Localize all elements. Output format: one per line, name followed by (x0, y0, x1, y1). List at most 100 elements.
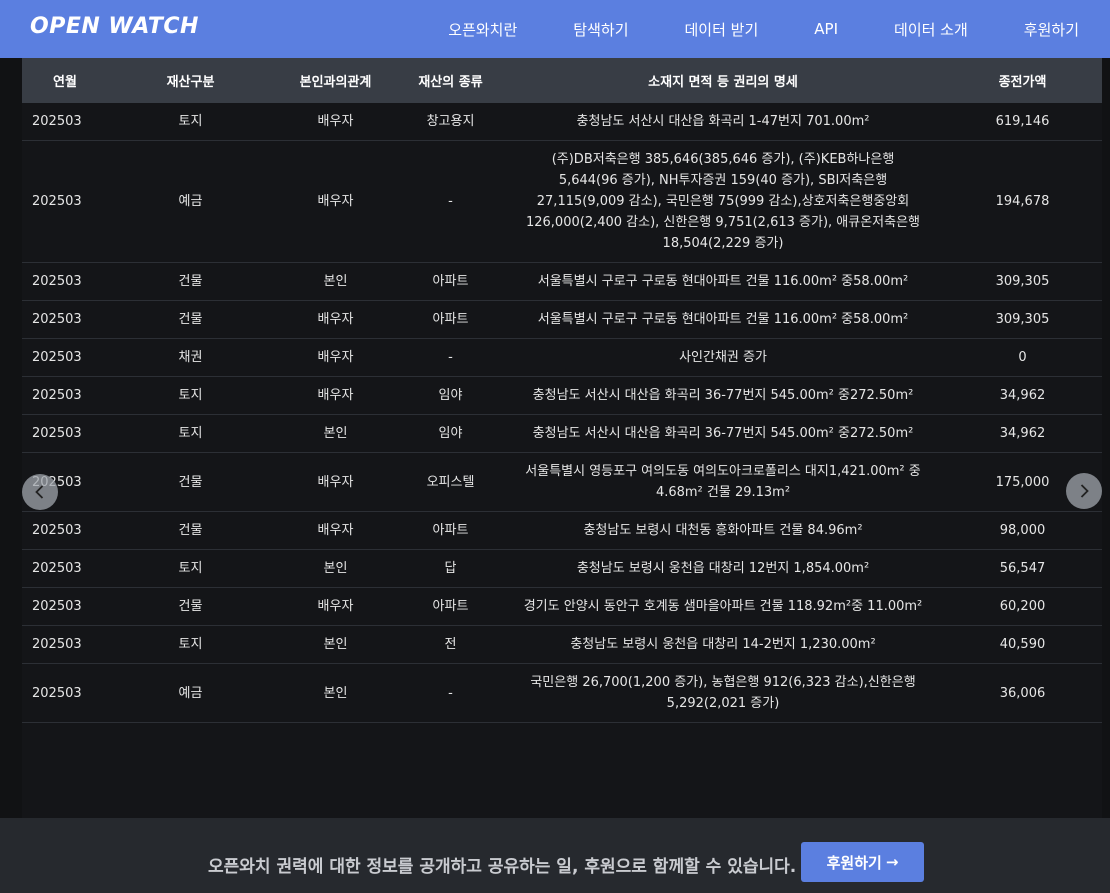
column-header: 연월 (22, 58, 108, 103)
cell-prior-value: 60,200 (943, 587, 1102, 626)
table-row: 202503 건물 배우자 아파트 경기도 안양시 동안구 호계동 샘마을아파트 건물 … (22, 587, 1102, 626)
cell-description: 충청남도 보령시 대천동 흥화아파트 건물 84.96m² (503, 511, 943, 550)
cell-month: 202503 (22, 414, 108, 453)
cell-relation: 배우자 (273, 452, 398, 512)
cell-relation: 본인 (273, 625, 398, 664)
table-row: 202503 건물 배우자 아파트 서울특별시 구로구 구로동 현대아파트 건물 116… (22, 300, 1102, 339)
top-navbar: OPEN WATCH 오픈와치란 탐색하기 데이터 받기 API 데이터 소개 … (0, 0, 1110, 58)
cell-asset-type: 토지 (108, 549, 273, 588)
table-row: 202503 토지 배우자 임야 충청남도 서산시 대산읍 화곡리 36-77번지 54… (22, 376, 1102, 415)
assets-table-container[interactable]: 연월 재산구분 본인과의관계 재산의 종류 소재지 면적 등 권리의 명세 종전… (22, 58, 1102, 818)
cell-relation: 배우자 (273, 300, 398, 339)
cell-prior-value: 309,305 (943, 300, 1102, 339)
column-header: 소재지 면적 등 권리의 명세 (503, 58, 943, 103)
table-row: 202503 채권 배우자 - 사인간채권 증가 0 (22, 338, 1102, 377)
chevron-right-icon (1080, 484, 1089, 498)
cell-asset-type: 예금 (108, 140, 273, 263)
cell-month: 202503 (22, 511, 108, 550)
cell-asset-type: 예금 (108, 663, 273, 723)
cell-asset-kind: 아파트 (398, 262, 503, 301)
cell-month: 202503 (22, 338, 108, 377)
table-row: 202503 토지 본인 답 충청남도 보령시 웅천읍 대창리 12번지 1,854.0… (22, 549, 1102, 588)
cell-description: 충청남도 보령시 웅천읍 대창리 12번지 1,854.00m² (503, 549, 943, 588)
cell-prior-value: 0 (943, 338, 1102, 377)
cell-prior-value: 56,547 (943, 549, 1102, 588)
table-row: 202503 토지 본인 임야 충청남도 서산시 대산읍 화곡리 36-77번지 545… (22, 414, 1102, 453)
cell-description: 경기도 안양시 동안구 호계동 샘마을아파트 건물 118.92m²중 11.0… (503, 587, 943, 626)
cell-asset-type: 채권 (108, 338, 273, 377)
assets-table: 연월 재산구분 본인과의관계 재산의 종류 소재지 면적 등 권리의 명세 종전… (22, 58, 1102, 723)
cell-asset-type: 건물 (108, 511, 273, 550)
cell-asset-type: 토지 (108, 376, 273, 415)
cell-description: 국민은행 26,700(1,200 증가), 농협은행 912(6,323 감소… (503, 663, 943, 723)
nav-link-donate[interactable]: 후원하기 (1024, 19, 1079, 40)
nav-links: 오픈와치란 탐색하기 데이터 받기 API 데이터 소개 후원하기 (448, 0, 1079, 58)
cell-month: 202503 (22, 103, 108, 141)
cell-asset-kind: 오피스텔 (398, 452, 503, 512)
arrow-right-icon: → (885, 853, 899, 871)
carousel-prev-button[interactable] (22, 474, 58, 510)
table-row: 202503 예금 본인 - 국민은행 26,700(1,200 증가), 농협은행 9… (22, 663, 1102, 723)
cell-prior-value: 194,678 (943, 140, 1102, 263)
donate-button[interactable]: 후원하기 → (801, 842, 924, 882)
carousel-next-button[interactable] (1066, 473, 1102, 509)
cell-asset-kind: 창고용지 (398, 103, 503, 141)
cell-description: 충청남도 서산시 대산읍 화곡리 1-47번지 701.00m² (503, 103, 943, 141)
table-row: 202503 예금 배우자 - (주)DB저축은행 385,646(385,646 증가… (22, 140, 1102, 263)
cell-month: 202503 (22, 663, 108, 723)
cell-relation: 본인 (273, 414, 398, 453)
cell-description: 충청남도 서산시 대산읍 화곡리 36-77번지 545.00m² 중272.5… (503, 414, 943, 453)
nav-link-download[interactable]: 데이터 받기 (685, 19, 759, 40)
cell-description: 사인간채권 증가 (503, 338, 943, 377)
cell-month: 202503 (22, 300, 108, 339)
cell-prior-value: 98,000 (943, 511, 1102, 550)
table-header-row: 연월 재산구분 본인과의관계 재산의 종류 소재지 면적 등 권리의 명세 종전… (22, 58, 1102, 103)
cell-asset-kind: - (398, 338, 503, 377)
cell-asset-kind: 아파트 (398, 511, 503, 550)
cell-month: 202503 (22, 625, 108, 664)
cell-month: 202503 (22, 140, 108, 263)
donate-button-label: 후원하기 (826, 853, 882, 872)
nav-link-data-intro[interactable]: 데이터 소개 (894, 19, 968, 40)
footer-message: 오픈와치 권력에 대한 정보를 공개하고 공유하는 일, 후원으로 함께할 수 … (208, 857, 797, 877)
table-row: 202503 건물 배우자 아파트 충청남도 보령시 대천동 흥화아파트 건물 84.9… (22, 511, 1102, 550)
cell-relation: 배우자 (273, 140, 398, 263)
cell-prior-value: 34,962 (943, 414, 1102, 453)
cell-relation: 배우자 (273, 376, 398, 415)
cell-asset-type: 토지 (108, 103, 273, 141)
table-row: 202503 건물 배우자 오피스텔 서울특별시 영등포구 여의도동 여의도아크로폴리스… (22, 452, 1102, 512)
cell-asset-kind: - (398, 663, 503, 723)
cell-asset-type: 건물 (108, 452, 273, 512)
cell-relation: 본인 (273, 262, 398, 301)
cell-asset-type: 토지 (108, 625, 273, 664)
chevron-left-icon (35, 485, 44, 499)
cell-description: 서울특별시 영등포구 여의도동 여의도아크로폴리스 대지1,421.00m² 중… (503, 452, 943, 512)
nav-link-api[interactable]: API (814, 20, 838, 38)
cell-relation: 배우자 (273, 338, 398, 377)
cell-asset-type: 건물 (108, 262, 273, 301)
column-header: 재산구분 (108, 58, 273, 103)
table-row: 202503 토지 본인 전 충청남도 보령시 웅천읍 대창리 14-2번지 1,230… (22, 625, 1102, 664)
cell-prior-value: 36,006 (943, 663, 1102, 723)
cell-description: (주)DB저축은행 385,646(385,646 증가), (주)KEB하나은… (503, 140, 943, 263)
nav-link-about[interactable]: 오픈와치란 (448, 19, 517, 40)
cell-asset-type: 건물 (108, 587, 273, 626)
column-header: 종전가액 (943, 58, 1102, 103)
column-header: 재산의 종류 (398, 58, 503, 103)
cell-relation: 배우자 (273, 511, 398, 550)
cell-asset-kind: 아파트 (398, 300, 503, 339)
cell-month: 202503 (22, 262, 108, 301)
cell-relation: 본인 (273, 663, 398, 723)
cell-asset-kind: 아파트 (398, 587, 503, 626)
cell-prior-value: 619,146 (943, 103, 1102, 141)
cell-prior-value: 309,305 (943, 262, 1102, 301)
nav-link-explore[interactable]: 탐색하기 (573, 19, 628, 40)
cell-relation: 본인 (273, 549, 398, 588)
cell-relation: 배우자 (273, 587, 398, 626)
cell-asset-type: 건물 (108, 300, 273, 339)
cell-asset-kind: 임야 (398, 414, 503, 453)
logo[interactable]: OPEN WATCH (30, 14, 199, 39)
cell-asset-kind: 답 (398, 549, 503, 588)
cell-asset-kind: 전 (398, 625, 503, 664)
cell-month: 202503 (22, 587, 108, 626)
